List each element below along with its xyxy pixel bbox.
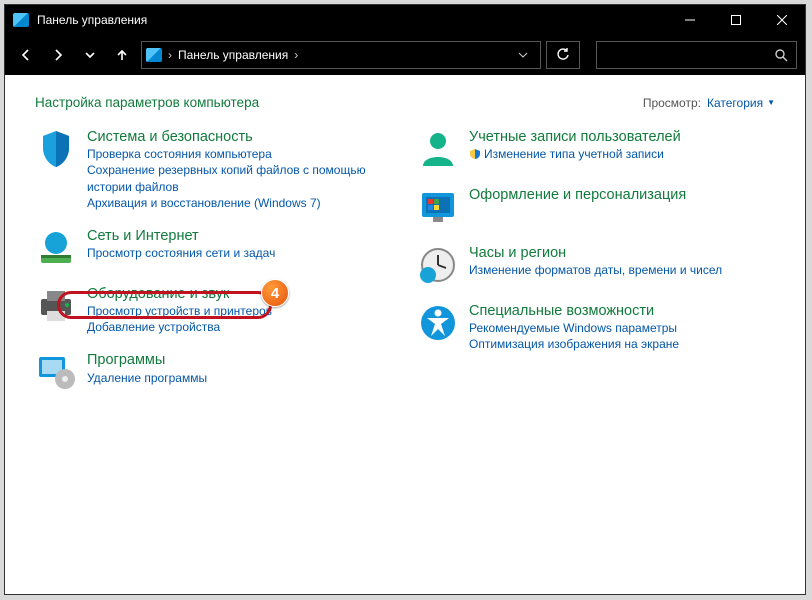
breadcrumb-icon	[146, 48, 162, 62]
printer-icon	[35, 285, 77, 327]
content-header: Настройка параметров компьютера Просмотр…	[35, 95, 775, 110]
link-network-status[interactable]: Просмотр состояния сети и задач	[87, 245, 275, 261]
chevron-right-icon[interactable]: ›	[294, 48, 298, 62]
back-button[interactable]	[13, 42, 39, 68]
categories-grid: Система и безопасность Проверка состояни…	[35, 128, 775, 393]
right-column: Учетные записи пользователей Изменение т…	[417, 128, 775, 393]
link-uninstall-program[interactable]: Удаление программы	[87, 370, 207, 386]
link-add-device[interactable]: Добавление устройства	[87, 319, 272, 335]
address-bar[interactable]: › Панель управления ›	[141, 41, 541, 69]
link-programs[interactable]: Программы	[87, 351, 207, 369]
view-dropdown[interactable]: Категория ▼	[707, 96, 775, 110]
recent-locations-button[interactable]	[77, 42, 103, 68]
category-programs: Программы Удаление программы	[35, 351, 393, 393]
address-history-dropdown[interactable]	[510, 50, 536, 60]
category-accessibility: Специальные возможности Рекомендуемые Wi…	[417, 302, 775, 353]
link-personalization[interactable]: Оформление и персонализация	[469, 186, 686, 204]
personalization-icon	[417, 186, 459, 228]
close-button[interactable]	[759, 5, 805, 35]
search-icon	[774, 48, 788, 62]
breadcrumb-root[interactable]: Панель управления	[178, 48, 288, 62]
link-accessibility[interactable]: Специальные возможности	[469, 302, 679, 320]
minimize-button[interactable]	[667, 5, 713, 35]
category-network: Сеть и Интернет Просмотр состояния сети …	[35, 227, 393, 269]
category-user-accounts: Учетные записи пользователей Изменение т…	[417, 128, 775, 170]
shield-icon	[35, 128, 77, 170]
annotation-badge: 4	[261, 279, 289, 307]
chevron-right-icon[interactable]: ›	[168, 48, 172, 62]
clock-icon	[417, 244, 459, 286]
globe-network-icon	[35, 227, 77, 269]
forward-button[interactable]	[45, 42, 71, 68]
accessibility-icon	[417, 302, 459, 344]
user-icon	[417, 128, 459, 170]
link-hardware-sound[interactable]: Оборудование и звук	[87, 285, 272, 303]
link-backup-restore[interactable]: Архивация и восстановление (Windows 7)	[87, 195, 393, 211]
refresh-button[interactable]	[546, 41, 580, 69]
view-label: Просмотр:	[643, 96, 701, 110]
programs-icon	[35, 351, 77, 393]
category-clock-region: Часы и регион Изменение форматов даты, в…	[417, 244, 775, 286]
category-personalization: Оформление и персонализация	[417, 186, 775, 228]
link-network-internet[interactable]: Сеть и Интернет	[87, 227, 275, 245]
link-date-time-formats[interactable]: Изменение форматов даты, времени и чисел	[469, 262, 722, 278]
up-button[interactable]	[109, 42, 135, 68]
page-title: Настройка параметров компьютера	[35, 95, 259, 110]
link-file-history[interactable]: Сохранение резервных копий файлов с помо…	[87, 162, 393, 194]
link-check-status[interactable]: Проверка состояния компьютера	[87, 146, 393, 162]
view-value: Категория	[707, 96, 763, 110]
link-optimize-display[interactable]: Оптимизация изображения на экране	[469, 336, 679, 352]
link-change-account-type[interactable]: Изменение типа учетной записи	[484, 146, 664, 162]
title-bar[interactable]: Панель управления	[5, 5, 805, 35]
uac-shield-icon	[469, 148, 481, 160]
window-title: Панель управления	[37, 13, 147, 27]
chevron-down-icon: ▼	[767, 98, 775, 107]
left-column: Система и безопасность Проверка состояни…	[35, 128, 393, 393]
link-recommended-settings[interactable]: Рекомендуемые Windows параметры	[469, 320, 679, 336]
link-user-accounts[interactable]: Учетные записи пользователей	[469, 128, 681, 146]
search-box[interactable]	[596, 41, 797, 69]
maximize-button[interactable]	[713, 5, 759, 35]
category-hardware-sound: Оборудование и звук Просмотр устройств и…	[35, 285, 393, 336]
content-area: Настройка параметров компьютера Просмотр…	[5, 75, 805, 594]
view-selector: Просмотр: Категория ▼	[643, 96, 775, 110]
navigation-bar: › Панель управления ›	[5, 35, 805, 75]
window-frame: Панель управления › Панель управления › …	[4, 4, 806, 595]
link-system-security[interactable]: Система и безопасность	[87, 128, 393, 146]
control-panel-icon	[13, 13, 29, 27]
category-system-security: Система и безопасность Проверка состояни…	[35, 128, 393, 211]
link-view-devices-printers[interactable]: Просмотр устройств и принтеров	[87, 303, 272, 319]
link-clock-region[interactable]: Часы и регион	[469, 244, 722, 262]
